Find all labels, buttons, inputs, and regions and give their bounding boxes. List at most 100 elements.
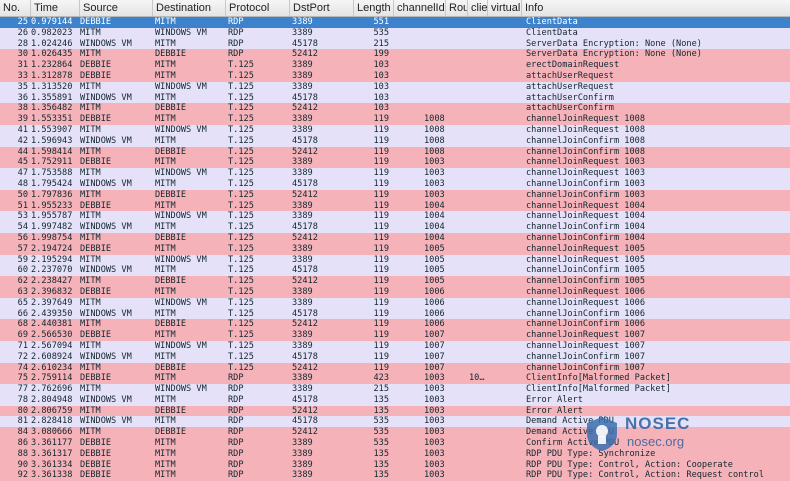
table-row[interactable]: 38 1.356482 MITM DEBBIE T.125 52412 103 attachU… <box>0 103 790 115</box>
table-row[interactable]: 65 2.397649 MITM WINDOWS VM T.125 3389 119 1006… <box>0 297 790 309</box>
table-row[interactable]: 90 3.361334 DEBBIE MITM RDP 3389 135 1003 RDP PD… <box>0 459 790 471</box>
column-header-dstport[interactable]: DstPort <box>290 0 354 16</box>
cell-no: 36 <box>17 92 28 103</box>
table-row[interactable]: 54 1.997482 WINDOWS VM MITM T.125 45178 119 100… <box>0 222 790 233</box>
table-row[interactable]: 36 1.355891 WINDOWS VM MITM T.125 45178 103 att… <box>0 92 790 104</box>
cell-info: attachUserRequest <box>526 70 614 81</box>
table-row[interactable]: 42 1.596943 WINDOWS VM MITM T.125 45178 119 100… <box>0 135 790 147</box>
cell-channelid: 1008 <box>424 124 445 135</box>
table-row[interactable]: 31 1.232864 DEBBIE MITM T.125 3389 103 erectDom… <box>0 60 790 71</box>
table-row[interactable]: 41 1.553907 MITM WINDOWS VM T.125 3389 119 1008… <box>0 124 790 136</box>
table-row[interactable]: 57 2.194724 DEBBIE MITM T.125 3389 119 1005 chan… <box>0 243 790 255</box>
table-row[interactable]: 62 2.238427 MITM DEBBIE T.125 52412 119 1005 cha… <box>0 276 790 287</box>
cell-destination: MITM <box>155 70 176 81</box>
cell-dstport: 3389 <box>292 114 313 125</box>
cell-no: 71 <box>17 340 28 351</box>
table-row[interactable]: 53 1.955787 MITM WINDOWS VM T.125 3389 119 1004… <box>0 211 790 223</box>
cell-no: 31 <box>17 60 28 71</box>
cell-source: MITM <box>80 384 101 395</box>
cell-info: channelJoinRequest 1004 <box>526 211 645 222</box>
cell-source: DEBBIE <box>80 438 112 449</box>
table-row[interactable]: 68 2.440381 MITM DEBBIE T.125 52412 119 1006 cha… <box>0 319 790 331</box>
table-row[interactable]: 48 1.795424 WINDOWS VM MITM T.125 45178 119 100… <box>0 178 790 190</box>
table-row[interactable]: 59 2.195294 MITM WINDOWS VM T.125 3389 119 1005… <box>0 254 790 266</box>
table-row[interactable]: 26 0.982023 MITM WINDOWS VM RDP 3389 535 Client… <box>0 27 790 39</box>
cell-time: 1.024246 <box>31 38 73 49</box>
table-row[interactable]: 44 1.598414 MITM DEBBIE T.125 52412 119 1008 cha… <box>0 146 790 158</box>
table-row[interactable]: 72 2.608924 WINDOWS VM MITM T.125 45178 119 100… <box>0 351 790 363</box>
column-header-protocol[interactable]: Protocol <box>226 0 290 16</box>
cell-time: 2.804948 <box>31 394 73 405</box>
cell-length: 119 <box>373 340 389 351</box>
table-row[interactable]: 45 1.752911 DEBBIE MITM T.125 3389 119 1003 chan… <box>0 157 790 169</box>
table-row[interactable]: 71 2.567094 MITM WINDOWS VM T.125 3389 119 1007… <box>0 340 790 352</box>
cell-length: 119 <box>373 297 389 308</box>
cell-channelid: 1004 <box>424 211 445 222</box>
packet-list-header: No. Time Source Destination Protocol Dst… <box>0 0 790 17</box>
column-header-time[interactable]: Time <box>31 0 80 16</box>
cell-no: 42 <box>17 135 28 146</box>
cell-dstport: 3389 <box>292 384 313 395</box>
column-header-virtual[interactable]: virtual( <box>488 0 522 16</box>
cell-dstport: 52412 <box>292 189 318 200</box>
cell-no: 75 <box>17 373 28 384</box>
cell-source: WINDOWS VM <box>80 265 132 276</box>
cell-time: 1.313520 <box>31 81 73 92</box>
table-row[interactable]: 92 3.361338 DEBBIE MITM RDP 3389 135 1003 RDP PD… <box>0 470 790 481</box>
cell-no: 25 <box>17 17 28 27</box>
table-row[interactable]: 74 2.610234 MITM DEBBIE T.125 52412 119 1007 cha… <box>0 362 790 374</box>
cell-protocol: RDP <box>228 405 244 416</box>
table-row[interactable]: 78 2.804948 WINDOWS VM MITM RDP 45178 135 1003 E… <box>0 394 790 406</box>
cell-time: 2.439350 <box>31 308 73 319</box>
cell-channelid: 1005 <box>424 265 445 276</box>
cell-protocol: T.125 <box>228 276 254 287</box>
cell-info: channelJoinConfirm 1004 <box>526 232 645 243</box>
column-header-length[interactable]: Length <box>354 0 394 16</box>
cell-channelid: 1008 <box>424 114 445 125</box>
cell-protocol: T.125 <box>228 319 254 330</box>
column-header-routing[interactable]: Rou <box>446 0 468 16</box>
table-row[interactable]: 47 1.753588 MITM WINDOWS VM T.125 3389 119 1003… <box>0 168 790 179</box>
column-header-info[interactable]: Info <box>522 0 790 16</box>
cell-protocol: RDP <box>228 27 244 38</box>
cell-no: 47 <box>17 168 28 179</box>
table-row[interactable]: 30 1.026435 MITM DEBBIE RDP 52412 199 ServerDat… <box>0 49 790 61</box>
cell-source: MITM <box>80 297 101 308</box>
cell-channelid: 1003 <box>424 394 445 405</box>
table-row[interactable]: 39 1.553351 DEBBIE MITM T.125 3389 119 1008 chan… <box>0 114 790 125</box>
column-header-no[interactable]: No. <box>0 0 31 16</box>
table-row[interactable]: 63 2.396832 DEBBIE MITM T.125 3389 119 1006 chan… <box>0 286 790 298</box>
column-header-source[interactable]: Source <box>80 0 153 16</box>
cell-channelid: 1005 <box>424 254 445 265</box>
cell-protocol: RDP <box>228 416 244 427</box>
cell-source: WINDOWS VM <box>80 92 132 103</box>
table-row[interactable]: 56 1.998754 MITM DEBBIE T.125 52412 119 1004 cha… <box>0 232 790 244</box>
table-row[interactable]: 50 1.797836 MITM DEBBIE T.125 52412 119 1003 cha… <box>0 189 790 201</box>
cell-protocol: T.125 <box>228 146 254 157</box>
table-row[interactable]: 60 2.237070 WINDOWS VM MITM T.125 45178 119 100… <box>0 265 790 277</box>
column-header-channelid[interactable]: channelId <box>394 0 446 16</box>
cell-info: channelJoinRequest 1006 <box>526 286 645 297</box>
table-row[interactable]: 33 1.312878 DEBBIE MITM T.125 3389 103 attachUs… <box>0 70 790 82</box>
cell-time: 2.396832 <box>31 286 73 297</box>
table-row[interactable]: 69 2.566530 DEBBIE MITM T.125 3389 119 1007 chan… <box>0 330 790 341</box>
cell-protocol: T.125 <box>228 340 254 351</box>
cell-length: 135 <box>373 394 389 405</box>
column-header-destination[interactable]: Destination <box>153 0 226 16</box>
table-row[interactable]: 28 1.024246 WINDOWS VM MITM RDP 45178 215 Serve… <box>0 38 790 50</box>
cell-no: 90 <box>17 459 28 470</box>
cell-time: 2.828418 <box>31 416 73 427</box>
table-row[interactable]: 35 1.313520 MITM WINDOWS VM T.125 3389 103 atta… <box>0 81 790 93</box>
table-row[interactable]: 75 2.759114 DEBBIE MITM RDP 3389 423 1003 10… Cli… <box>0 373 790 385</box>
cell-dstport: 52412 <box>292 146 318 157</box>
cell-time: 1.553351 <box>31 114 73 125</box>
table-row[interactable]: 66 2.439350 WINDOWS VM MITM T.125 45178 119 100… <box>0 308 790 320</box>
cell-length: 135 <box>373 470 389 481</box>
cell-info: channelJoinRequest 1008 <box>526 124 645 135</box>
cell-time: 2.608924 <box>31 351 73 362</box>
column-header-client[interactable]: clie <box>468 0 488 16</box>
table-row[interactable]: 77 2.762696 MITM WINDOWS VM RDP 3389 215 1003 Cl… <box>0 384 790 395</box>
cell-length: 119 <box>373 232 389 243</box>
table-row[interactable]: 51 1.955233 DEBBIE MITM T.125 3389 119 1004 chan… <box>0 200 790 212</box>
table-row-selected[interactable]: 25 0.979144 DEBBIE MITM RDP 3389 551 ClientData <box>0 17 790 28</box>
